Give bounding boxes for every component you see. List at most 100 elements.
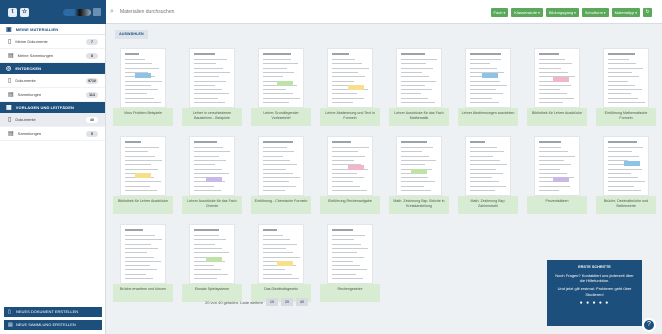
collection-icon: ▤ xyxy=(8,322,13,328)
document-thumbnail xyxy=(465,136,511,196)
document-card[interactable]: Das Distributivgesetz xyxy=(251,224,311,302)
menu-icon[interactable] xyxy=(93,8,101,16)
document-card[interactable]: Lehrer Abstimmung und Text in Formeln xyxy=(320,48,380,126)
document-card[interactable]: Rechengesetze xyxy=(320,224,380,302)
document-thumbnail xyxy=(327,136,373,196)
app-logo[interactable]: t ☆ xyxy=(8,8,30,17)
document-card[interactable]: Einführung Rechenaufgabe xyxy=(320,136,380,214)
document-card[interactable]: Lehrer Grundlegender Vorlesebrief xyxy=(251,48,311,126)
sidebar: ▣ MEINE MATERIALIEN ▯ Meine Dokumente 7 … xyxy=(0,24,106,334)
document-card-title: Rechengesetze xyxy=(320,284,380,302)
document-card-title: Lehrer Ausdrücke für das Fach Mathematik xyxy=(389,108,449,126)
load-status: 20 von 40 geladen. Lade weitere xyxy=(205,299,264,305)
select-button[interactable]: AUSWÄHLEN xyxy=(115,30,148,39)
help-text-2: Und jetzt gilt erstmal: Probieren geht ü… xyxy=(557,286,632,297)
document-card-title: Math. Zeichnung Bsp. Brüche in Kreisdars… xyxy=(389,196,449,214)
document-card-title: Lehrer Abstimmungen ausrichten xyxy=(458,108,518,126)
sidebar-item-my-documents[interactable]: ▯ Meine Dokumente 7 xyxy=(0,35,105,49)
filter-fach[interactable]: Fach▾ xyxy=(490,8,509,17)
sidebar-item-template-documents[interactable]: ▯ Dokumente 40 xyxy=(0,113,105,127)
section-templates: ▦ VORLAGEN UND LEITFÄDEN xyxy=(0,102,105,113)
filter-materialtyp[interactable]: Materialtyp▾ xyxy=(611,8,640,17)
document-card-title: Einführung - Chemische Formeln xyxy=(251,196,311,214)
section-discover: ◎ ENTDECKEN xyxy=(0,63,105,74)
document-icon: ▯ xyxy=(8,117,12,123)
page-size-40[interactable]: 40 xyxy=(296,298,309,306)
sidebar-item-discover-collections[interactable]: ▤ Sammlungen 114 xyxy=(0,88,105,102)
template-icon: ▦ xyxy=(6,105,12,111)
document-thumbnail xyxy=(327,48,373,108)
filter-klassenstufe[interactable]: Klassenstufe▾ xyxy=(511,8,543,17)
reset-filter-icon[interactable]: ↻ xyxy=(643,8,652,17)
document-card[interactable]: Math. Zeichnung Bsp. Zahlenstrahl xyxy=(458,136,518,214)
document-thumbnail xyxy=(396,48,442,108)
sidebar-item-discover-documents[interactable]: ▯ Dokumente 9710 xyxy=(0,74,105,88)
document-card-title: Lehrer Abstimmung und Text in Formeln xyxy=(320,108,380,126)
document-card-title: Brüche erweitern und kürzen xyxy=(113,284,173,302)
count-badge: 40 xyxy=(86,117,98,123)
filter-bar: Fach▾ Klassenstufe▾ Bildungsgang▾ Schulf… xyxy=(490,8,652,17)
page-size-20[interactable]: 20 xyxy=(281,298,294,306)
document-card-title: Prozentsätzen xyxy=(527,196,587,214)
filter-schulform[interactable]: Schulform▾ xyxy=(581,8,609,17)
count-badge: 5 xyxy=(86,131,98,137)
document-thumbnail xyxy=(327,224,373,284)
document-thumbnail xyxy=(120,224,166,284)
help-pagination-dots[interactable]: ● ● ● ● ● xyxy=(553,300,636,306)
sidebar-item-my-collections[interactable]: ▤ Meine Sammlungen 8 xyxy=(0,49,105,63)
document-thumbnail xyxy=(189,224,235,284)
help-title: ERSTE SCHRITTE xyxy=(578,265,611,269)
document-card-title: Lehrer Grundlegender Vorlesebrief xyxy=(251,108,311,126)
document-card[interactable]: Einführung - Chemische Formeln xyxy=(251,136,311,214)
document-thumbnail xyxy=(189,48,235,108)
document-card[interactable]: Lehrer in verschiedenen Bausteinen - Bei… xyxy=(182,48,242,126)
document-thumbnail xyxy=(465,48,511,108)
sidebar-item-template-collections[interactable]: ▤ Sammlungen 5 xyxy=(0,127,105,141)
document-thumbnail xyxy=(120,136,166,196)
document-card-title: Virus Problem Beispiele xyxy=(113,108,173,126)
new-document-button[interactable]: ▯ NEUES DOKUMENT ERSTELLEN xyxy=(4,307,102,317)
top-bar: t☆ ⌕ Fach▾ Klassenstufe▾ Bildungsgang▾ S… xyxy=(0,0,662,24)
document-thumbnail xyxy=(189,136,235,196)
document-card[interactable]: Einführung Mathematische Formeln xyxy=(596,48,656,126)
document-card[interactable]: Math. Zeichnung Bsp. Brüche in Kreisdars… xyxy=(389,136,449,214)
search-input[interactable] xyxy=(119,9,320,15)
document-card-title: Brüche, Dezimalbrüche und Stellenwerte xyxy=(596,196,656,214)
document-card[interactable]: Lehrer Abstimmungen ausrichten xyxy=(458,48,518,126)
collection-icon: ▤ xyxy=(8,92,14,98)
document-card[interactable]: Bibliothek für Lehrer Ausdrücke xyxy=(113,136,173,214)
document-card[interactable]: Brüche erweitern und kürzen xyxy=(113,224,173,302)
document-card[interactable]: Virus Problem Beispiele xyxy=(113,48,173,126)
count-badge: 7 xyxy=(86,39,98,45)
count-badge: 114 xyxy=(86,92,98,98)
document-thumbnail xyxy=(603,48,649,108)
document-card[interactable]: Brüche, Dezimalbrüche und Stellenwerte xyxy=(596,136,656,214)
search-bar[interactable]: ⌕ xyxy=(110,6,350,18)
count-badge: 9710 xyxy=(86,78,98,84)
pagination: 20 von 40 geladen. Lade weitere 10 20 40 xyxy=(205,298,309,306)
theme-toggle[interactable] xyxy=(63,9,91,16)
document-card[interactable]: Bibliothek für Lehrer Ausdrücke xyxy=(527,48,587,126)
section-my-materials: ▣ MEINE MATERIALIEN xyxy=(0,24,105,35)
document-icon: ▯ xyxy=(8,39,12,45)
document-card[interactable]: Einsatz Spielsysteme xyxy=(182,224,242,302)
document-card[interactable]: Prozentsätzen xyxy=(527,136,587,214)
collection-icon: ▤ xyxy=(8,131,14,137)
new-collection-button[interactable]: ▤ NEUE SAMMLUNG ERSTELLEN xyxy=(4,320,102,330)
document-icon: ▯ xyxy=(8,309,11,315)
search-icon: ⌕ xyxy=(110,8,114,15)
help-text-1: Noch Fragen? Kontaktiert uns jederzeit ü… xyxy=(555,273,634,284)
document-card[interactable]: Lehrer Ausdrücke für das Fach Chemie xyxy=(182,136,242,214)
document-card-title: Einführung Mathematische Formeln xyxy=(596,108,656,126)
count-badge: 8 xyxy=(86,53,98,59)
document-thumbnail xyxy=(396,136,442,196)
page-size-10[interactable]: 10 xyxy=(266,298,279,306)
document-card-title: Math. Zeichnung Bsp. Zahlenstrahl xyxy=(458,196,518,214)
document-card-title: Lehrer Ausdrücke für das Fach Chemie xyxy=(182,196,242,214)
document-card-title: Bibliothek für Lehrer Ausdrücke xyxy=(113,196,173,214)
document-thumbnail xyxy=(258,136,304,196)
filter-bildungsgang[interactable]: Bildungsgang▾ xyxy=(545,8,579,17)
document-card[interactable]: Lehrer Ausdrücke für das Fach Mathematik xyxy=(389,48,449,126)
document-card-title: Lehrer in verschiedenen Bausteinen - Bei… xyxy=(182,108,242,126)
help-icon[interactable]: ? xyxy=(642,318,656,332)
